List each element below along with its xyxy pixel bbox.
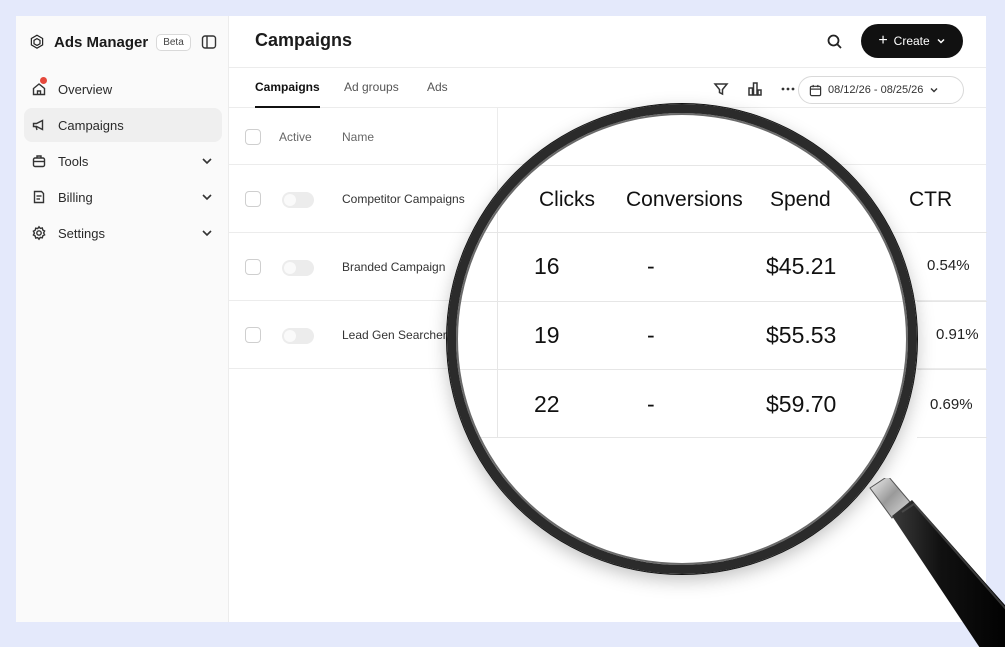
- home-icon: [30, 77, 48, 98]
- chevron-down-icon[interactable]: [200, 154, 214, 168]
- sidebar-item-tools[interactable]: Tools: [24, 144, 222, 178]
- row-divider: [917, 232, 987, 233]
- sidebar-item-label: Campaigns: [58, 117, 124, 133]
- tab-ad-groups[interactable]: Ad groups: [344, 80, 399, 108]
- toolbox-icon: [30, 152, 48, 170]
- create-button-label: Create: [893, 34, 930, 48]
- sidebar: Ads Manager Beta Overview Campaigns Tool…: [16, 16, 229, 622]
- column-header-ctr: CTR: [909, 188, 917, 211]
- app-title: Ads Manager: [54, 33, 149, 51]
- row-checkbox[interactable]: [245, 259, 261, 275]
- filter-icon[interactable]: [712, 80, 730, 98]
- plus-icon: +: [878, 32, 888, 49]
- select-all-checkbox[interactable]: [245, 129, 261, 145]
- ctr-value: 0.91%: [936, 326, 979, 343]
- sidebar-item-label: Overview: [58, 81, 113, 97]
- search-icon[interactable]: [825, 32, 845, 52]
- column-header-name: Name: [342, 130, 375, 144]
- receipt-icon: [30, 188, 48, 206]
- date-range-picker[interactable]: 08/12/26 - 08/25/26: [798, 76, 964, 104]
- top-bar: Campaigns + Create: [229, 16, 986, 68]
- sidebar-item-settings[interactable]: Settings: [24, 216, 222, 250]
- sidebar-item-label: Settings: [58, 225, 105, 241]
- chevron-down-icon: [937, 38, 945, 44]
- page-title: Campaigns: [255, 30, 353, 50]
- ctr-value: 0.54%: [927, 257, 970, 274]
- notification-dot: [40, 77, 47, 84]
- sidebar-item-label: Tools: [58, 153, 89, 169]
- brand-header: Ads Manager Beta: [28, 30, 218, 54]
- sidebar-nav: Overview Campaigns Tools Billing Setting…: [24, 72, 222, 252]
- magnifier-rim: [447, 104, 917, 574]
- row-checkbox[interactable]: [245, 327, 261, 343]
- ctr-value: 0.69%: [930, 396, 973, 413]
- date-range-label: 08/12/26 - 08/25/26: [828, 84, 924, 96]
- tab-bar: Campaigns Ad groups Ads 08/12/26 - 08/25…: [229, 68, 986, 108]
- beta-badge: Beta: [156, 33, 191, 51]
- row-divider: [917, 369, 987, 370]
- tab-campaigns[interactable]: Campaigns: [255, 80, 320, 108]
- sidebar-item-label: Billing: [58, 189, 93, 205]
- row-checkbox[interactable]: [245, 191, 261, 207]
- chevron-down-icon[interactable]: [200, 226, 214, 240]
- campaign-name[interactable]: Branded Campaign: [342, 260, 445, 274]
- more-options-icon[interactable]: [779, 80, 797, 98]
- sidebar-item-overview[interactable]: Overview: [24, 72, 222, 106]
- tab-ads[interactable]: Ads: [427, 80, 448, 108]
- chevron-down-icon: [930, 88, 938, 93]
- calendar-icon: [809, 84, 822, 96]
- megaphone-icon: [30, 116, 48, 134]
- row-divider: [917, 437, 987, 438]
- openai-logo-icon: [30, 34, 44, 49]
- row-divider: [917, 301, 987, 302]
- magnifier-handle: [869, 478, 1005, 647]
- active-toggle[interactable]: [282, 260, 314, 276]
- active-toggle[interactable]: [282, 328, 314, 344]
- sidebar-item-campaigns[interactable]: Campaigns: [24, 108, 222, 142]
- sidebar-item-billing[interactable]: Billing: [24, 180, 222, 214]
- create-button[interactable]: + Create: [861, 24, 963, 58]
- sidebar-toggle-icon[interactable]: [200, 33, 218, 51]
- active-toggle[interactable]: [282, 192, 314, 208]
- gear-icon: [30, 224, 48, 242]
- campaign-name[interactable]: Lead Gen Searchers: [342, 328, 453, 342]
- column-header-active: Active: [279, 130, 312, 144]
- chevron-down-icon[interactable]: [200, 190, 214, 204]
- chart-icon[interactable]: [746, 80, 764, 98]
